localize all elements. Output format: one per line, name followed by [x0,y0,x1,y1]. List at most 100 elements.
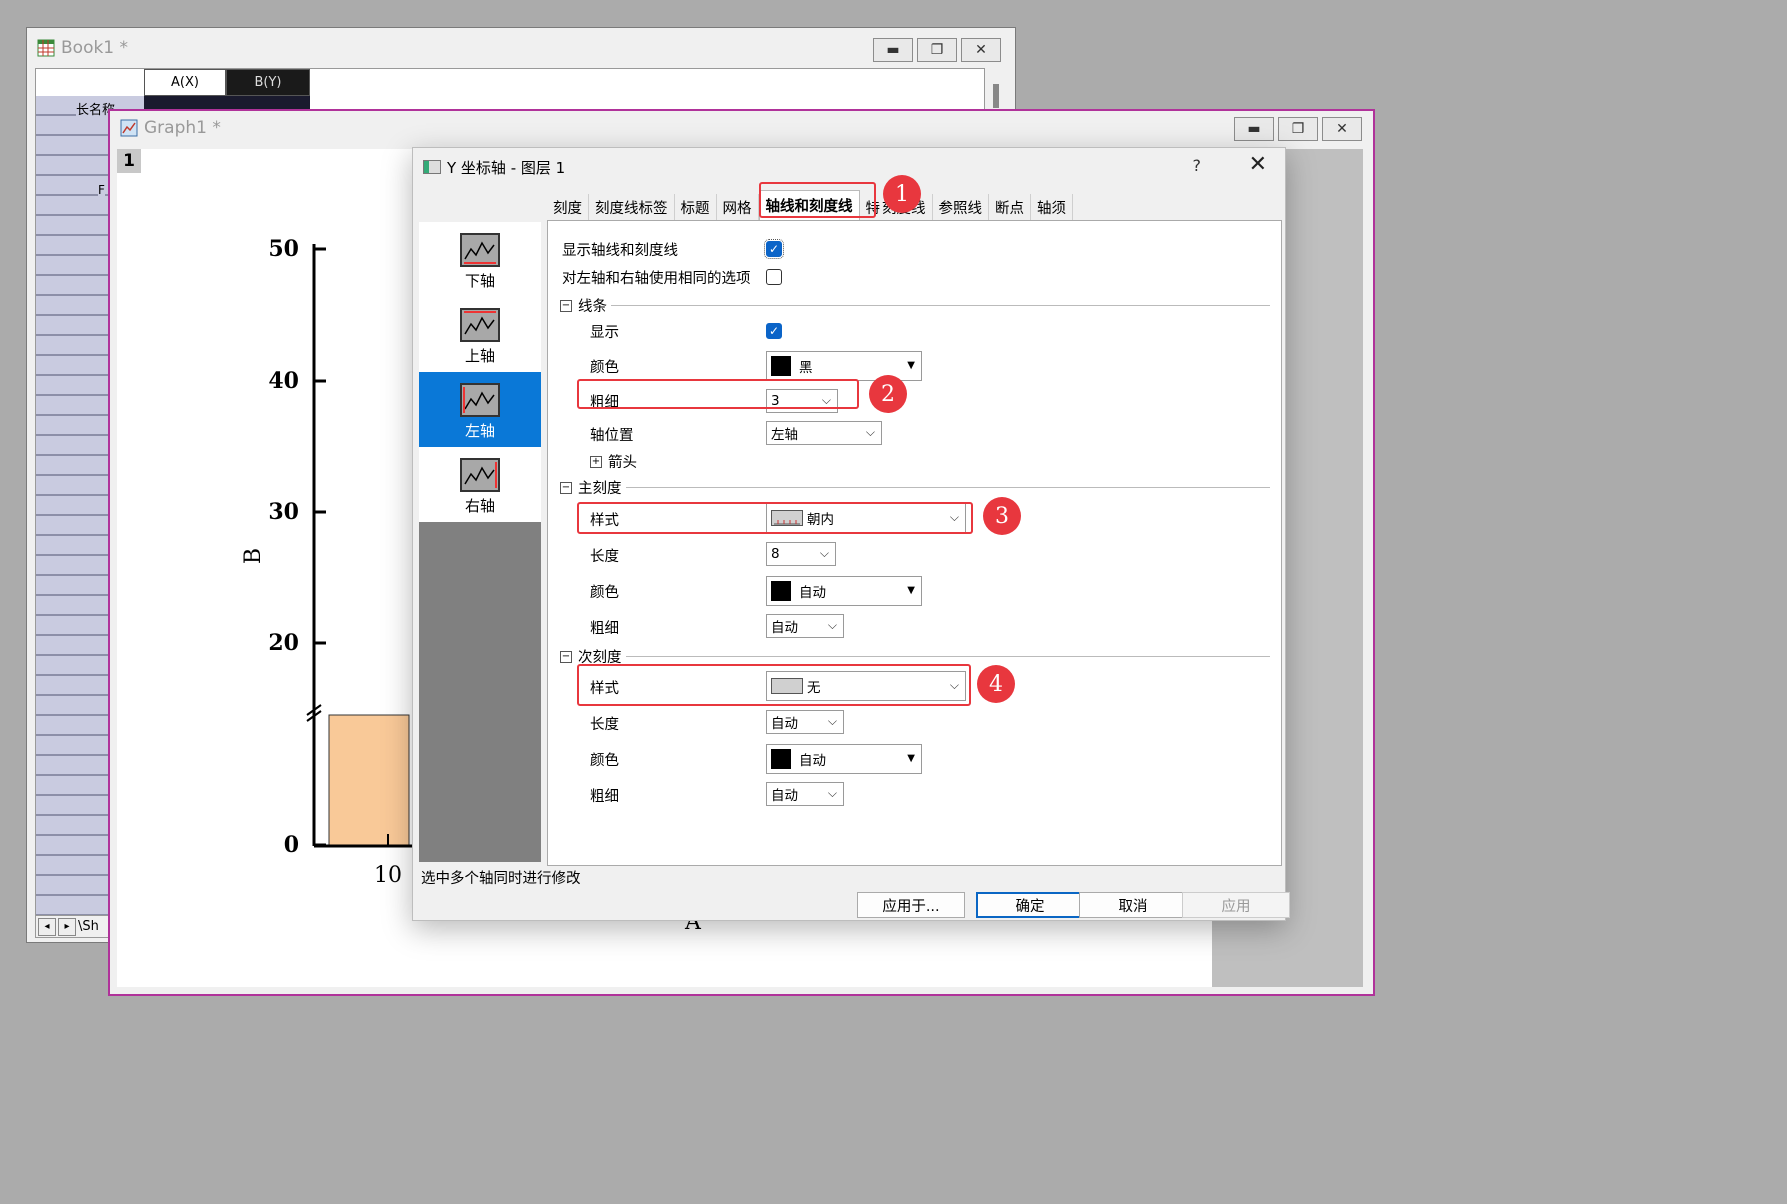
y-tick-label-50: 50 [268,236,299,262]
axis-position-label: 轴位置 [590,428,634,444]
minor-length-combo[interactable]: 自动 ⌵ [766,710,844,734]
graph-window-icon [120,119,138,137]
dialog-close-button[interactable]: ✕ [1249,152,1267,177]
same-options-checkbox[interactable] [766,269,782,285]
major-length-value: 8 [771,546,780,562]
axis-list-items: 下轴 上轴 左轴 右轴 [419,222,541,522]
sheet-tab-label: Sh [82,919,99,934]
book1-scrollbar-thumb[interactable] [993,84,999,108]
major-length-label: 长度 [590,549,619,565]
help-button[interactable]: ? [1193,156,1202,175]
tab-axis-rug[interactable]: 轴须 [1031,194,1073,220]
line-section-header[interactable]: − 线条 [560,295,1270,316]
tab-title[interactable]: 标题 [675,194,717,220]
plot-bar [328,714,410,846]
axis-item-right[interactable]: 右轴 [419,447,541,522]
color-swatch [771,749,791,769]
column-header-a[interactable]: A(X) [144,69,226,96]
book1-restore-button[interactable]: ❐ [917,38,957,62]
column-header-b[interactable]: B(Y) [226,69,310,96]
minor-length-value: 自动 [771,716,798,732]
section-divider [611,305,1270,306]
minor-thickness-value: 自动 [771,788,798,804]
graph1-titlebar[interactable]: Graph1 * [110,111,1373,145]
arrow-section-header[interactable]: + 箭头 [590,451,637,472]
graph1-minimize-button[interactable]: ▬ [1234,117,1274,141]
selected-cells [144,96,310,110]
right-axis-icon [460,458,500,492]
tab-scale[interactable]: 刻度 [547,194,589,220]
apply-to-button[interactable]: 应用于... [857,892,965,918]
collapse-icon[interactable]: − [560,650,572,663]
status-text: 选中多个轴同时进行修改 [421,871,581,887]
callout-box-1 [759,182,876,218]
cancel-button[interactable]: 取消 [1079,892,1187,918]
collapse-icon[interactable]: − [560,299,572,312]
callout-badge-1: 1 [883,175,921,213]
major-thickness-label: 粗细 [590,621,619,637]
ok-button[interactable]: 确定 [976,892,1084,918]
collapse-icon[interactable]: − [560,481,572,494]
same-options-label: 对左轴和右轴使用相同的选项 [562,271,751,287]
major-color-value: 自动 [799,585,826,601]
sheet-next-icon[interactable]: ▸ [58,917,76,936]
show-axes-checkbox[interactable]: ✓ [764,239,784,259]
tab-breaks[interactable]: 断点 [989,194,1031,220]
dialog-app-icon [423,160,441,174]
callout-box-2 [577,379,859,409]
line-show-checkbox[interactable]: ✓ [766,323,782,339]
major-thickness-combo[interactable]: 自动 ⌵ [766,614,844,638]
graph1-close-button[interactable]: ✕ [1322,117,1362,141]
major-length-combo[interactable]: 8 ⌵ [766,542,836,566]
color-swatch [771,581,791,601]
tab-tick-labels[interactable]: 刻度线标签 [589,194,675,220]
minor-color-dropdown[interactable]: 自动 ▼ [766,744,922,774]
left-axis-icon [460,383,500,417]
chevron-down-icon: ⌵ [827,714,837,728]
line-color-dropdown[interactable]: 黑 ▼ [766,351,922,381]
axis-item-label: 上轴 [464,347,495,365]
callout-box-4 [577,664,971,706]
graph1-restore-button[interactable]: ❐ [1278,117,1318,141]
callout-badge-3: 3 [983,497,1021,535]
major-color-label: 颜色 [590,585,619,601]
axis-item-top[interactable]: 上轴 [419,297,541,372]
axis-item-label: 右轴 [464,497,495,515]
graph1-title: Graph1 * [144,118,221,138]
line-show-label: 显示 [590,325,619,341]
major-color-dropdown[interactable]: 自动 ▼ [766,576,922,606]
expand-icon[interactable]: + [590,455,602,468]
chevron-down-icon: ⌵ [819,546,829,560]
axis-item-left[interactable]: 左轴 [419,372,541,447]
y-tick-label-20: 20 [268,630,299,656]
y-axis-dialog[interactable]: Y 坐标轴 - 图层 1 ? ✕ 刻度 刻度线标签 标题 网格 轴线和刻度线 特… [412,147,1290,921]
color-swatch [771,356,791,376]
book1-close-button[interactable]: ✕ [961,38,1001,62]
dialog-titlebar[interactable]: Y 坐标轴 - 图层 1 [413,148,1285,186]
axis-item-label: 左轴 [464,422,495,440]
y-tick-label-40: 40 [268,368,299,394]
minor-thickness-combo[interactable]: 自动 ⌵ [766,782,844,806]
chevron-down-icon: ⌵ [827,786,837,800]
book1-title: Book1 * [61,38,129,58]
axis-position-value: 左轴 [771,427,798,443]
bottom-axis-icon [460,233,500,267]
callout-badge-2: 2 [869,375,907,413]
minor-length-label: 长度 [590,717,619,733]
axis-item-bottom[interactable]: 下轴 [419,222,541,297]
axis-list[interactable]: 下轴 上轴 左轴 右轴 [419,222,541,862]
show-axes-label: 显示轴线和刻度线 [562,243,678,259]
sheet-tab[interactable]: \Sh [78,919,99,934]
dropdown-arrow-icon: ▼ [907,753,915,764]
axis-item-label: 下轴 [464,272,495,290]
apply-button[interactable]: 应用 [1182,892,1290,918]
axis-position-combo[interactable]: 左轴 ⌵ [766,421,882,445]
book1-titlebar[interactable]: Book1 * [27,28,1015,68]
major-ticks-section-header[interactable]: − 主刻度 [560,477,1270,498]
dropdown-arrow-icon: ▼ [907,585,915,596]
sheet-prev-icon[interactable]: ◂ [38,917,56,936]
tab-reference-lines[interactable]: 参照线 [933,194,989,220]
tab-grids[interactable]: 网格 [717,194,759,220]
arrow-label: 箭头 [608,455,637,471]
book1-minimize-button[interactable]: ▬ [873,38,913,62]
